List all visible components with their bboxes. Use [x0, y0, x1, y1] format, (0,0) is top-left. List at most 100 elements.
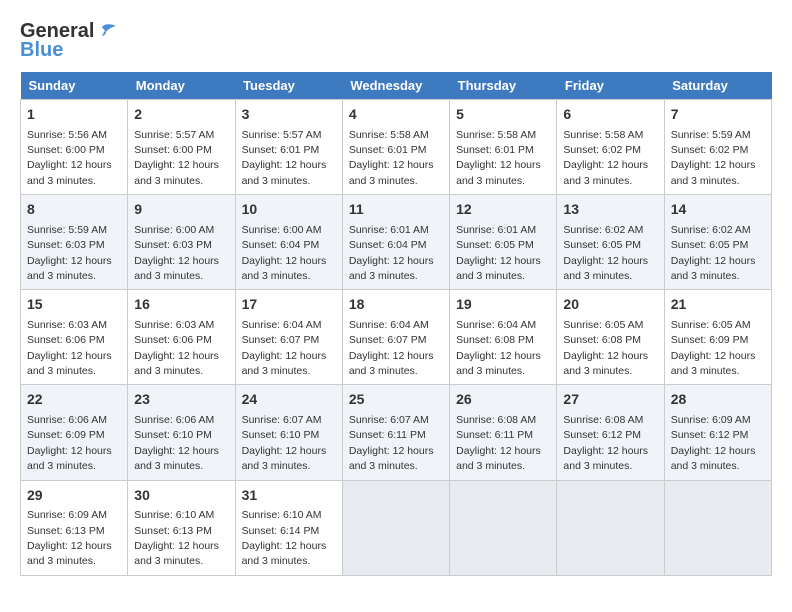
calendar-cell: 10 Sunrise: 6:00 AMSunset: 6:04 PMDaylig…	[235, 195, 342, 290]
logo: General Blue	[20, 20, 118, 62]
day-number: 26	[456, 390, 550, 410]
calendar-cell: 14 Sunrise: 6:02 AMSunset: 6:05 PMDaylig…	[664, 195, 771, 290]
column-header-friday: Friday	[557, 72, 664, 100]
calendar-cell: 2 Sunrise: 5:57 AMSunset: 6:00 PMDayligh…	[128, 100, 235, 195]
day-info: Sunrise: 6:04 AMSunset: 6:07 PMDaylight:…	[349, 319, 434, 377]
day-info: Sunrise: 5:57 AMSunset: 6:00 PMDaylight:…	[134, 129, 219, 187]
day-number: 4	[349, 105, 443, 125]
day-number: 28	[671, 390, 765, 410]
day-number: 7	[671, 105, 765, 125]
column-header-wednesday: Wednesday	[342, 72, 449, 100]
calendar-cell: 4 Sunrise: 5:58 AMSunset: 6:01 PMDayligh…	[342, 100, 449, 195]
calendar-cell	[664, 480, 771, 575]
day-info: Sunrise: 6:08 AMSunset: 6:11 PMDaylight:…	[456, 414, 541, 472]
day-info: Sunrise: 6:10 AMSunset: 6:14 PMDaylight:…	[242, 509, 327, 567]
column-header-tuesday: Tuesday	[235, 72, 342, 100]
day-info: Sunrise: 6:05 AMSunset: 6:09 PMDaylight:…	[671, 319, 756, 377]
week-row-2: 8 Sunrise: 5:59 AMSunset: 6:03 PMDayligh…	[21, 195, 772, 290]
day-number: 14	[671, 200, 765, 220]
day-info: Sunrise: 6:04 AMSunset: 6:08 PMDaylight:…	[456, 319, 541, 377]
day-info: Sunrise: 6:00 AMSunset: 6:03 PMDaylight:…	[134, 224, 219, 282]
calendar-cell: 1 Sunrise: 5:56 AMSunset: 6:00 PMDayligh…	[21, 100, 128, 195]
day-info: Sunrise: 6:00 AMSunset: 6:04 PMDaylight:…	[242, 224, 327, 282]
day-number: 2	[134, 105, 228, 125]
week-row-4: 22 Sunrise: 6:06 AMSunset: 6:09 PMDaylig…	[21, 385, 772, 480]
calendar-cell: 12 Sunrise: 6:01 AMSunset: 6:05 PMDaylig…	[450, 195, 557, 290]
logo-bird-icon	[94, 22, 118, 42]
day-number: 10	[242, 200, 336, 220]
day-number: 31	[242, 486, 336, 506]
calendar-cell: 8 Sunrise: 5:59 AMSunset: 6:03 PMDayligh…	[21, 195, 128, 290]
day-info: Sunrise: 6:01 AMSunset: 6:05 PMDaylight:…	[456, 224, 541, 282]
calendar-cell: 17 Sunrise: 6:04 AMSunset: 6:07 PMDaylig…	[235, 290, 342, 385]
calendar-cell: 16 Sunrise: 6:03 AMSunset: 6:06 PMDaylig…	[128, 290, 235, 385]
header: General Blue	[20, 20, 772, 62]
calendar-table: SundayMondayTuesdayWednesdayThursdayFrid…	[20, 72, 772, 576]
calendar-cell: 21 Sunrise: 6:05 AMSunset: 6:09 PMDaylig…	[664, 290, 771, 385]
calendar-cell: 27 Sunrise: 6:08 AMSunset: 6:12 PMDaylig…	[557, 385, 664, 480]
day-info: Sunrise: 6:02 AMSunset: 6:05 PMDaylight:…	[671, 224, 756, 282]
week-row-5: 29 Sunrise: 6:09 AMSunset: 6:13 PMDaylig…	[21, 480, 772, 575]
day-number: 20	[563, 295, 657, 315]
week-row-1: 1 Sunrise: 5:56 AMSunset: 6:00 PMDayligh…	[21, 100, 772, 195]
calendar-cell: 3 Sunrise: 5:57 AMSunset: 6:01 PMDayligh…	[235, 100, 342, 195]
day-number: 19	[456, 295, 550, 315]
calendar-cell: 22 Sunrise: 6:06 AMSunset: 6:09 PMDaylig…	[21, 385, 128, 480]
day-info: Sunrise: 5:58 AMSunset: 6:01 PMDaylight:…	[456, 129, 541, 187]
calendar-cell: 29 Sunrise: 6:09 AMSunset: 6:13 PMDaylig…	[21, 480, 128, 575]
day-info: Sunrise: 6:09 AMSunset: 6:13 PMDaylight:…	[27, 509, 112, 567]
day-number: 12	[456, 200, 550, 220]
day-number: 23	[134, 390, 228, 410]
calendar-cell: 28 Sunrise: 6:09 AMSunset: 6:12 PMDaylig…	[664, 385, 771, 480]
day-number: 3	[242, 105, 336, 125]
calendar-cell: 23 Sunrise: 6:06 AMSunset: 6:10 PMDaylig…	[128, 385, 235, 480]
column-header-saturday: Saturday	[664, 72, 771, 100]
calendar-cell	[557, 480, 664, 575]
calendar-cell: 13 Sunrise: 6:02 AMSunset: 6:05 PMDaylig…	[557, 195, 664, 290]
calendar-cell: 7 Sunrise: 5:59 AMSunset: 6:02 PMDayligh…	[664, 100, 771, 195]
day-number: 11	[349, 200, 443, 220]
day-info: Sunrise: 6:10 AMSunset: 6:13 PMDaylight:…	[134, 509, 219, 567]
calendar-cell	[450, 480, 557, 575]
day-info: Sunrise: 6:05 AMSunset: 6:08 PMDaylight:…	[563, 319, 648, 377]
day-number: 21	[671, 295, 765, 315]
day-info: Sunrise: 6:03 AMSunset: 6:06 PMDaylight:…	[134, 319, 219, 377]
week-row-3: 15 Sunrise: 6:03 AMSunset: 6:06 PMDaylig…	[21, 290, 772, 385]
calendar-cell: 5 Sunrise: 5:58 AMSunset: 6:01 PMDayligh…	[450, 100, 557, 195]
column-header-monday: Monday	[128, 72, 235, 100]
calendar-cell: 6 Sunrise: 5:58 AMSunset: 6:02 PMDayligh…	[557, 100, 664, 195]
calendar-cell: 15 Sunrise: 6:03 AMSunset: 6:06 PMDaylig…	[21, 290, 128, 385]
day-number: 8	[27, 200, 121, 220]
header-row: SundayMondayTuesdayWednesdayThursdayFrid…	[21, 72, 772, 100]
column-header-thursday: Thursday	[450, 72, 557, 100]
day-number: 30	[134, 486, 228, 506]
calendar-cell: 19 Sunrise: 6:04 AMSunset: 6:08 PMDaylig…	[450, 290, 557, 385]
day-number: 6	[563, 105, 657, 125]
day-info: Sunrise: 6:06 AMSunset: 6:10 PMDaylight:…	[134, 414, 219, 472]
day-info: Sunrise: 6:08 AMSunset: 6:12 PMDaylight:…	[563, 414, 648, 472]
calendar-cell: 24 Sunrise: 6:07 AMSunset: 6:10 PMDaylig…	[235, 385, 342, 480]
day-info: Sunrise: 5:57 AMSunset: 6:01 PMDaylight:…	[242, 129, 327, 187]
day-number: 29	[27, 486, 121, 506]
day-number: 27	[563, 390, 657, 410]
day-info: Sunrise: 5:58 AMSunset: 6:01 PMDaylight:…	[349, 129, 434, 187]
day-info: Sunrise: 6:06 AMSunset: 6:09 PMDaylight:…	[27, 414, 112, 472]
day-number: 24	[242, 390, 336, 410]
day-number: 15	[27, 295, 121, 315]
calendar-cell: 11 Sunrise: 6:01 AMSunset: 6:04 PMDaylig…	[342, 195, 449, 290]
day-number: 9	[134, 200, 228, 220]
calendar-cell: 25 Sunrise: 6:07 AMSunset: 6:11 PMDaylig…	[342, 385, 449, 480]
day-number: 25	[349, 390, 443, 410]
calendar-cell: 9 Sunrise: 6:00 AMSunset: 6:03 PMDayligh…	[128, 195, 235, 290]
calendar-cell: 31 Sunrise: 6:10 AMSunset: 6:14 PMDaylig…	[235, 480, 342, 575]
day-info: Sunrise: 6:02 AMSunset: 6:05 PMDaylight:…	[563, 224, 648, 282]
day-number: 5	[456, 105, 550, 125]
calendar-cell	[342, 480, 449, 575]
calendar-cell: 30 Sunrise: 6:10 AMSunset: 6:13 PMDaylig…	[128, 480, 235, 575]
logo-blue: Blue	[20, 39, 63, 62]
day-info: Sunrise: 6:07 AMSunset: 6:10 PMDaylight:…	[242, 414, 327, 472]
day-number: 22	[27, 390, 121, 410]
day-info: Sunrise: 5:58 AMSunset: 6:02 PMDaylight:…	[563, 129, 648, 187]
day-info: Sunrise: 6:01 AMSunset: 6:04 PMDaylight:…	[349, 224, 434, 282]
day-info: Sunrise: 6:07 AMSunset: 6:11 PMDaylight:…	[349, 414, 434, 472]
